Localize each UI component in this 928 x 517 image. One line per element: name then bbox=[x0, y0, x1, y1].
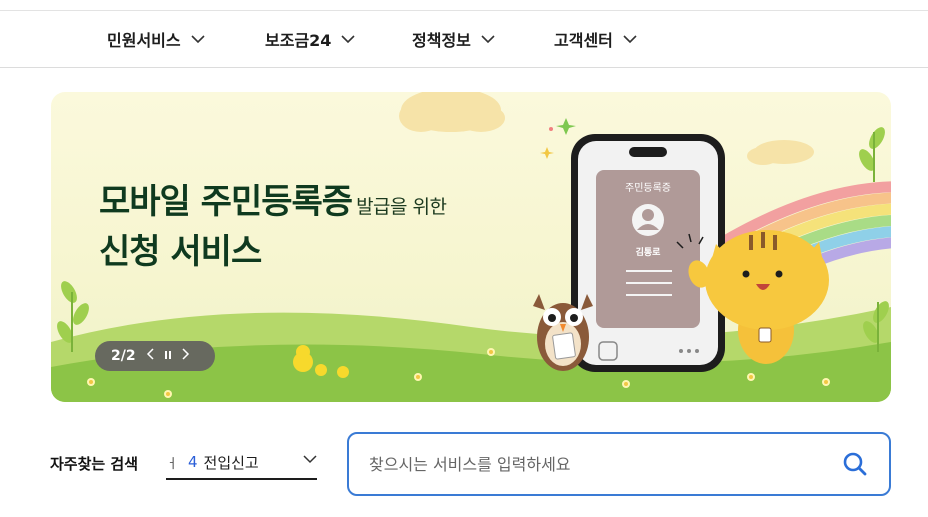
nav-item-policy-info[interactable]: 정책정보 bbox=[412, 27, 495, 51]
search-input[interactable] bbox=[369, 454, 829, 474]
chevron-left-icon bbox=[146, 348, 154, 360]
banner-title-small: 발급을 위한 bbox=[356, 196, 447, 218]
pause-icon bbox=[164, 351, 171, 359]
pause-button[interactable] bbox=[164, 348, 172, 364]
nav-item-label: 보조금24 bbox=[265, 31, 332, 50]
banner-title-line2: 신청 서비스 bbox=[99, 232, 262, 272]
favorite-selected-label: 전입신고 bbox=[203, 453, 259, 472]
phone-card-name: 김통로 bbox=[636, 246, 662, 258]
banner-pager: 2 / 2 bbox=[95, 341, 215, 371]
pager-total: 2 bbox=[125, 348, 136, 364]
sparkle-icon bbox=[540, 118, 576, 159]
chevron-down-icon bbox=[191, 34, 205, 43]
banner-title-main: 모바일 주민등록증 bbox=[99, 182, 353, 222]
phone-card-title: 주민등록증 bbox=[625, 182, 671, 194]
chevron-down-icon bbox=[303, 455, 317, 464]
chevron-right-icon bbox=[182, 348, 189, 360]
search-box bbox=[347, 432, 891, 496]
nav-item-label: 정책정보 bbox=[412, 31, 471, 50]
nav-item-subsidy24[interactable]: 보조금24 bbox=[265, 27, 356, 51]
pager-current: 2 bbox=[111, 348, 121, 364]
promo-banner[interactable]: 주민등록증 김통로 모바일 주민등록증 발급을 위한 신청 서비스 2 / 2 bbox=[51, 92, 891, 402]
next-slide-button[interactable] bbox=[182, 348, 190, 364]
favorite-rank: 4 bbox=[187, 453, 198, 471]
nav-item-civil-service[interactable]: 민원서비스 bbox=[107, 27, 205, 51]
chevron-down-icon bbox=[341, 34, 356, 43]
nav-item-label: 민원서비스 bbox=[107, 31, 181, 50]
prev-slide-button[interactable] bbox=[146, 348, 154, 364]
chevron-down-icon bbox=[623, 34, 637, 43]
banner-title-line1: 모바일 주민등록증 발급을 위한 bbox=[99, 174, 447, 223]
search-button[interactable] bbox=[843, 452, 867, 480]
chevron-down-icon bbox=[481, 34, 495, 43]
favorite-search-label: 자주찾는 검색 bbox=[50, 455, 139, 473]
favorite-search-dropdown[interactable]: ㅓ 4 전입신고 bbox=[166, 446, 317, 480]
nav-item-label: 고객센터 bbox=[554, 31, 613, 50]
main-nav: 민원서비스 보조금24 정책정보 고객센터 bbox=[0, 11, 928, 68]
nav-item-customer-center[interactable]: 고객센터 bbox=[554, 27, 637, 51]
favorite-mark: ㅓ bbox=[166, 456, 178, 472]
search-icon bbox=[843, 452, 867, 476]
